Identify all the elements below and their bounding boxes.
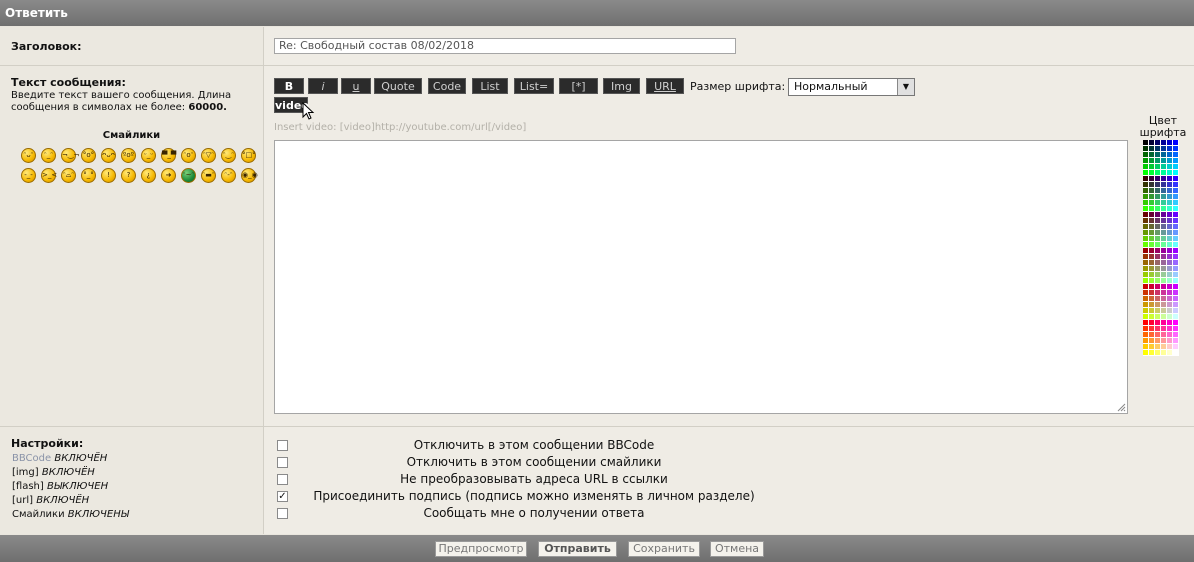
setting-name: [flash] [12, 481, 44, 492]
smiley-icon[interactable]: >_< [41, 168, 57, 183]
bbcode-underline-button[interactable]: u [341, 78, 371, 94]
smiley-icon[interactable]: ᵕ_ᵕ [141, 148, 156, 163]
font-size-select[interactable]: Нормальный ▼ [788, 78, 915, 96]
smiley-icon[interactable]: ᵔᴗᵔ [21, 148, 36, 163]
option-checkbox[interactable]: ✓ [277, 491, 288, 502]
smiley-icon[interactable]: ᵔ▽ᵔ [201, 148, 216, 163]
bbcode-list-item-button[interactable]: [*] [559, 78, 598, 94]
color-swatch[interactable] [1173, 350, 1179, 356]
setting-status-item: BBCode ВКЛЮЧЁН [12, 452, 129, 466]
bbcode-quote-button[interactable]: Quote [374, 78, 422, 94]
setting-state: ВКЛЮЧЁН [54, 453, 108, 464]
subject-label-cell: Заголовок: [0, 27, 264, 65]
smiley-icon[interactable]: ᵔ▬ᵔ [201, 168, 216, 183]
cancel-button[interactable]: Отмена [710, 541, 764, 557]
smiley-icon[interactable]: ¬‿¬ [61, 148, 79, 163]
smiley-icon[interactable]: ! [101, 168, 116, 183]
settings-status-list: BBCode ВКЛЮЧЁН [img] ВКЛЮЧЁН [flash] ВЫКЛЮ… [12, 452, 129, 522]
bbcode-italic-button[interactable]: i [308, 78, 338, 94]
setting-status-item: [url] ВКЛЮЧЁН [12, 494, 129, 508]
smilies-label: Смайлики [102, 130, 161, 141]
font-size-label: Размер шрифта: [690, 80, 786, 93]
message-textarea[interactable] [274, 140, 1128, 414]
option-checkbox[interactable] [277, 457, 288, 468]
message-row: Текст сообщения: Введите текст вашего со… [0, 66, 1194, 427]
subject-input-cell [264, 27, 1194, 65]
setting-status-item: [img] ВКЛЮЧЁН [12, 466, 129, 480]
setting-state: ВКЛЮЧЁН [41, 467, 95, 478]
smiley-icon[interactable]: ¿ [141, 168, 156, 183]
option-checkbox[interactable] [277, 508, 288, 519]
setting-name: Смайлики [12, 509, 65, 520]
setting-status-item: [flash] ВЫКЛЮЧЕН [12, 480, 129, 494]
option-label[interactable]: Сообщать мне о получении ответа [304, 506, 764, 520]
smiley-icon[interactable]: °o° [81, 148, 96, 163]
window-title: Ответить [0, 0, 1194, 26]
bbcode-bold-button[interactable]: B [274, 78, 304, 94]
message-label: Текст сообщения: [11, 76, 126, 89]
message-label-cell: Текст сообщения: Введите текст вашего со… [0, 66, 264, 426]
setting-name: [img] [12, 467, 39, 478]
smiley-icon[interactable]: ◉_◉ [241, 168, 258, 183]
mouse-cursor-icon [302, 102, 315, 120]
bbcode-img-button[interactable]: Img [603, 78, 640, 94]
option-label[interactable]: Не преобразовывать адреса URL в ссылки [304, 472, 764, 486]
setting-state: ВЫКЛЮЧЕН [46, 481, 109, 492]
resize-handle-icon[interactable] [1117, 403, 1126, 412]
message-hint: Введите текст вашего сообщения. Длина со… [11, 90, 251, 114]
setting-state: ВКЛЮЧЕНЫ [67, 509, 129, 520]
submit-button[interactable]: Отправить [538, 541, 617, 557]
smiley-icon[interactable]: -_- [21, 168, 36, 183]
font-color-label: Цвет шрифта [1139, 114, 1187, 139]
setting-name: [url] [12, 495, 34, 506]
smiley-icon[interactable]: ºoº [121, 148, 136, 163]
save-button[interactable]: Сохранить [628, 541, 700, 557]
chevron-down-icon[interactable]: ▼ [897, 79, 914, 95]
smiley-icon[interactable]: ➜ [161, 168, 176, 183]
option-label[interactable]: Отключить в этом сообщении BBCode [304, 438, 764, 452]
setting-name[interactable]: BBCode [12, 453, 51, 464]
option-label[interactable]: Отключить в этом сообщении смайлики [304, 455, 764, 469]
font-color-palette[interactable] [1143, 140, 1183, 356]
options-cell: Отключить в этом сообщении BBCode Отключи… [264, 427, 1194, 534]
editor-cell: Bi u Quote Code List List= [*] Img URL Размер шр… [264, 66, 1194, 426]
smiley-icon[interactable]: ᵔ~ᵔ [181, 168, 196, 183]
option-label[interactable]: Присоединить подпись (подпись можно изме… [304, 489, 764, 503]
bbcode-list-ordered-button[interactable]: List= [514, 78, 554, 94]
smiley-icon[interactable]: ▀_▀ [161, 148, 176, 163]
smiley-icon[interactable]: °_° [81, 168, 96, 183]
smiley-icon[interactable]: ᵔ‿ᵔ [221, 148, 236, 163]
settings-row: Настройки: BBCode ВКЛЮЧЁН [img] ВКЛЮЧЁН [f… [0, 427, 1194, 534]
setting-state: ВКЛЮЧЁН [36, 495, 90, 506]
subject-input[interactable] [274, 38, 736, 54]
toolbar-help-text: Insert video: [video]http://youtube.com/… [274, 122, 527, 133]
settings-label: Настройки: [11, 437, 84, 450]
smiley-icon[interactable]: ᵔoᵔ [181, 148, 196, 163]
font-size-value: Нормальный [794, 80, 868, 93]
bbcode-list-button[interactable]: List [472, 78, 508, 94]
option-checkbox[interactable] [277, 440, 288, 451]
bbcode-code-button[interactable]: Code [428, 78, 466, 94]
message-max-chars: 60000. [188, 102, 227, 113]
bbcode-url-button[interactable]: URL [646, 78, 684, 94]
preview-button[interactable]: Предпросмотр [435, 541, 527, 557]
footer-bar: Предпросмотр Отправить Сохранить Отмена [0, 535, 1194, 562]
smiley-icon[interactable]: ᵔ⌓ᵔ [61, 168, 76, 183]
option-checkbox[interactable] [277, 474, 288, 485]
smiley-icon[interactable]: °□° [241, 148, 256, 163]
smiley-icon[interactable]: ? [121, 168, 136, 183]
subject-label: Заголовок: [11, 40, 82, 53]
subject-row: Заголовок: [0, 27, 1194, 66]
settings-label-cell: Настройки: BBCode ВКЛЮЧЁН [img] ВКЛЮЧЁН [f… [0, 427, 264, 534]
smiley-icon[interactable]: ᴖᴗᴖ [101, 148, 116, 163]
smiley-icon[interactable]: ᵔ-ᵔ [221, 168, 236, 183]
smiley-icon[interactable]: ᵔ_ᵔ [41, 148, 56, 163]
setting-status-item: Смайлики ВКЛЮЧЕНЫ [12, 508, 129, 522]
